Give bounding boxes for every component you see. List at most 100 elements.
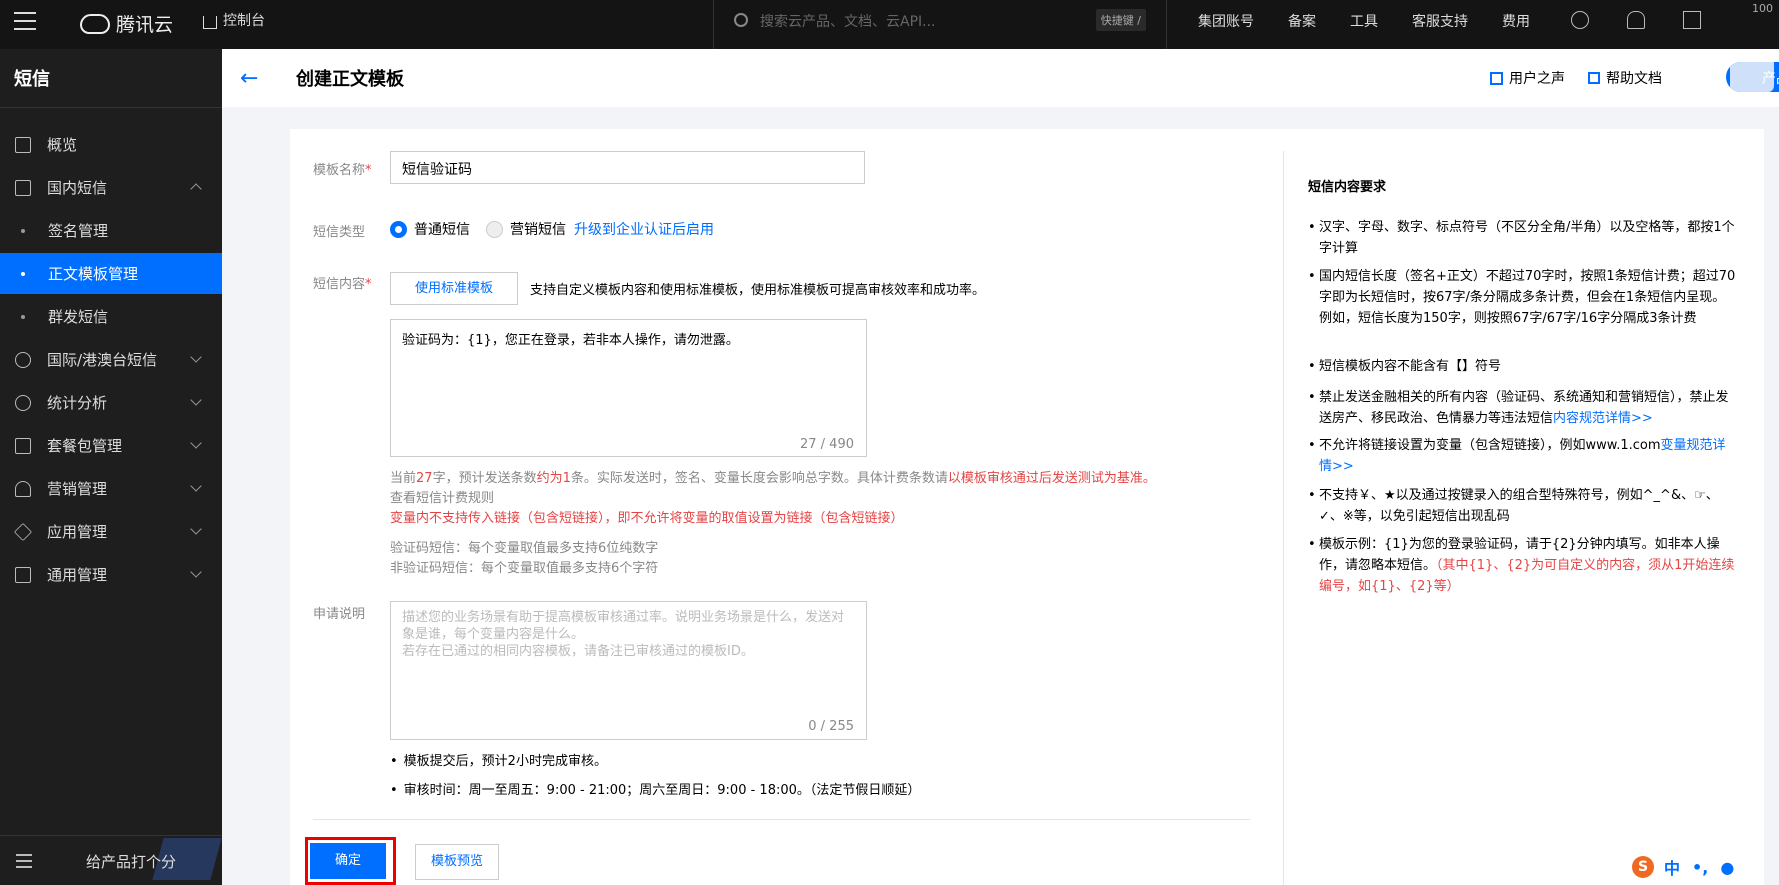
verification-var-note: 验证码短信：每个变量取值最多支持6位纯数字 (390, 541, 659, 556)
requirement-item: 禁止发送金融相关的所有内容（验证码、系统通知和营销短信），禁止发送房产、移民政治… (1308, 387, 1738, 429)
search-input[interactable]: 搜索云产品、文档、云API... (760, 11, 936, 31)
back-arrow-icon[interactable]: ← (240, 66, 258, 91)
sidebar-item-label: 套餐包管理 (47, 437, 123, 455)
placeholder-line-1: 描述您的业务场景有助于提高模板审核通过率。说明业务场景是什么，发送对象是谁，每个… (402, 610, 845, 642)
template-name-label: 模板名称* (313, 163, 372, 178)
user-icon (15, 480, 31, 497)
ime-lang: 中 (1664, 859, 1681, 878)
top-link-tools[interactable]: 工具 (1350, 11, 1378, 31)
sidebar-footer: 给产品打个分 (0, 835, 222, 885)
console-link[interactable]: 控制台 (203, 10, 265, 30)
sidebar-item-label: 营销管理 (47, 480, 108, 498)
template-name-input[interactable]: 短信验证码 (390, 151, 865, 184)
sidebar-item-templates[interactable]: 正文模板管理 (0, 253, 222, 294)
requirement-item: 不允许将链接设置为变量（包含短链接），例如www.1.com变量规范详情>> (1308, 435, 1738, 477)
mic-icon: ● (1720, 857, 1735, 877)
product-experience-label: 产品体 (1762, 71, 1779, 87)
use-standard-template-button[interactable]: 使用标准模板 (390, 272, 518, 305)
standard-template-description: 支持自定义模板内容和使用标准模板，使用标准模板可提高审核效率和成功率。 (530, 283, 986, 298)
console-label: 控制台 (223, 13, 265, 29)
ime-logo-icon: S (1632, 856, 1654, 878)
application-note-textarea[interactable]: 描述您的业务场景有助于提高模板审核通过率。说明业务场景是什么，发送对象是谁，每个… (390, 601, 867, 740)
sidebar-item-label: 国内短信 (47, 179, 108, 197)
search-icon (734, 13, 748, 27)
sidebar-item-label: 应用管理 (47, 523, 108, 541)
char-counter: 27 / 490 (800, 437, 854, 452)
radio-unchecked-icon (486, 220, 503, 238)
ime-punct: •, (1692, 857, 1709, 877)
brand-logo[interactable]: 腾讯云 (80, 10, 173, 37)
layers-icon (13, 522, 33, 541)
top-link-filing[interactable]: 备案 (1288, 11, 1316, 31)
menu-icon[interactable] (14, 12, 36, 32)
requirement-item: 短信模板内容不能含有【】符号 (1308, 356, 1738, 377)
bullet-dot (21, 314, 25, 319)
chevron-up-icon (190, 183, 202, 195)
requirements-title: 短信内容要求 (1308, 180, 1387, 195)
template-preview-button[interactable]: 模板预览 (415, 844, 499, 880)
review-hours-note: 审核时间：周一至周五：9:00 - 21:00；周六至周日：9:00 - 18:… (390, 779, 921, 798)
cloud-logo-icon (80, 13, 110, 34)
content-rules-link[interactable]: 内容规范详情>> (1553, 411, 1653, 426)
chevron-down-icon (190, 523, 202, 535)
requirement-item: 不支持￥、★以及通过按键录入的组合型特殊符号，例如^_^&、☞、✓、※等，以免引… (1308, 485, 1738, 527)
sms-type-label: 短信类型 (313, 225, 366, 240)
top-link-group-account[interactable]: 集团账号 (1198, 11, 1254, 31)
sidebar-item-marketing[interactable]: 营销管理 (0, 468, 222, 509)
top-link-support[interactable]: 客服支持 (1412, 11, 1468, 31)
radio-label: 普通短信 (414, 222, 470, 238)
collapse-menu-icon[interactable] (16, 854, 32, 872)
radio-checked-icon (390, 220, 407, 238)
sms-content-textarea[interactable]: 验证码为：{1}，您正在登录，若非本人操作，请勿泄露。 27 / 490 (390, 319, 867, 457)
bell-icon[interactable] (1627, 11, 1645, 29)
user-voice-link[interactable]: 用户之声 (1490, 68, 1565, 88)
review-time-note: 模板提交后，预计2小时完成审核。 (390, 750, 607, 769)
document-icon (1588, 72, 1600, 84)
sidebar-item-domestic-sms[interactable]: 国内短信 (0, 167, 222, 208)
radio-marketing-sms[interactable]: 营销短信 (486, 219, 566, 239)
top-link-billing[interactable]: 费用 (1502, 11, 1530, 31)
global-search[interactable]: 搜索云产品、文档、云API... 快捷键 / (713, 0, 1167, 49)
sidebar-item-overview[interactable]: 概览 (0, 124, 222, 165)
upgrade-enterprise-link[interactable]: 升级到企业认证后启用 (574, 219, 714, 239)
product-experience-button[interactable]: 产品体 (1726, 62, 1779, 92)
count-estimate-note: 当前27字，预计发送条数约为1条。实际发送时，签名、变量长度会影响总字数。具体计… (390, 471, 1156, 486)
char-counter: 0 / 255 (808, 719, 854, 734)
placeholder-line-2: 若存在已通过的相同内容模板，请备注已审核通过的模板ID。 (402, 644, 754, 659)
sms-content-label: 短信内容* (313, 277, 372, 292)
message-icon[interactable] (1683, 11, 1701, 29)
sidebar-item-label: 国际/港澳台短信 (47, 351, 158, 369)
account-id[interactable]: 100 (1752, 2, 1773, 15)
sliders-icon (15, 566, 31, 583)
panel-divider (1283, 151, 1284, 885)
brand-name: 腾讯云 (116, 14, 174, 36)
non-verification-var-note: 非验证码短信：每个变量取值最多支持6个字符 (390, 561, 659, 576)
developer-icon[interactable] (1571, 11, 1589, 29)
sidebar-item-international-sms[interactable]: 国际/港澳台短信 (0, 339, 222, 380)
billing-rules-link[interactable]: 查看短信计费规则 (390, 487, 494, 506)
sidebar-item-label: 统计分析 (47, 394, 108, 412)
radio-normal-sms[interactable]: 普通短信 (390, 219, 470, 239)
sidebar-item-label: 签名管理 (48, 222, 109, 240)
sidebar-item-general[interactable]: 通用管理 (0, 554, 222, 595)
sidebar-item-packages[interactable]: 套餐包管理 (0, 425, 222, 466)
package-icon (15, 437, 31, 454)
ime-toolbar[interactable]: S 中 •, ● (1632, 855, 1746, 879)
external-link-icon (1490, 71, 1503, 85)
chevron-down-icon (190, 437, 202, 449)
sidebar-item-signature[interactable]: 签名管理 (0, 210, 222, 251)
sidebar-item-apps[interactable]: 应用管理 (0, 511, 222, 552)
requirement-item: 模板示例：{1}为您的登录验证码，请于{2}分钟内填写。如非本人操作，请忽略本短… (1308, 534, 1738, 597)
sidebar-divider (0, 107, 222, 108)
top-nav-bar: 腾讯云 控制台 搜索云产品、文档、云API... 快捷键 / 集团账号 备案 工… (0, 0, 1779, 49)
home-icon (203, 15, 217, 29)
chevron-down-icon (190, 351, 202, 363)
requirement-item: 国内短信长度（签名+正文）不超过70字时，按照1条短信计费；超过70字即为长短信… (1308, 266, 1738, 329)
radio-label: 营销短信 (510, 222, 566, 238)
rate-product-link[interactable]: 给产品打个分 (86, 851, 176, 872)
help-doc-link[interactable]: 帮助文档 (1588, 68, 1662, 88)
chevron-down-icon (190, 566, 202, 578)
sidebar-item-statistics[interactable]: 统计分析 (0, 382, 222, 423)
sidebar-item-bulk-sms[interactable]: 群发短信 (0, 296, 222, 337)
requirement-item: 汉字、字母、数字、标点符号（不区分全角/半角）以及空格等，都按1个字计算 (1308, 217, 1738, 259)
